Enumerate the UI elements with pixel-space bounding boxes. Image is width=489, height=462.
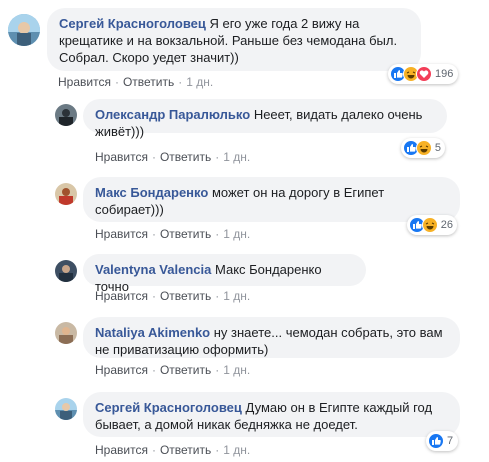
reply-link[interactable]: Ответить (160, 227, 211, 241)
comment-actions: Нравится · Ответить · 1 дн. (95, 227, 250, 241)
avatar[interactable] (8, 14, 40, 46)
reactions-badge[interactable]: 7 (426, 431, 458, 451)
separator: · (215, 150, 220, 164)
separator: · (151, 150, 156, 164)
reply-link[interactable]: Ответить (160, 443, 211, 457)
avatar[interactable] (55, 104, 77, 126)
comment-actions: Нравится · Ответить · 1 дн. (95, 443, 250, 457)
comment-author[interactable]: Valentyna Valencia (95, 262, 211, 277)
comment-author[interactable]: Сергей Красноголовец (95, 400, 242, 415)
like-link[interactable]: Нравится (95, 363, 148, 377)
timestamp[interactable]: 1 дн. (223, 150, 250, 164)
comment-bubble: Макс Бондаренко может он на дорогу в Еги… (83, 177, 460, 222)
like-link[interactable]: Нравится (95, 227, 148, 241)
haha-icon (421, 217, 438, 233)
timestamp[interactable]: 1 дн. (186, 75, 213, 89)
separator: · (151, 443, 156, 457)
comment-author[interactable]: Олександр Паралюлько (95, 107, 250, 122)
comment-bubble: Valentyna Valencia Макс Бондаренко точно (83, 254, 366, 294)
comment-actions: Нравится · Ответить · 1 дн. (58, 75, 213, 89)
avatar[interactable] (55, 322, 77, 344)
timestamp[interactable]: 1 дн. (223, 227, 250, 241)
comment-actions: Нравится · Ответить · 1 дн. (95, 363, 250, 377)
comment-bubble: Nataliya Akimenko ну знаете... чемодан с… (83, 317, 460, 358)
separator: · (178, 75, 183, 89)
like-icon (428, 433, 444, 449)
comment-actions: Нравится · Ответить · 1 дн. (95, 150, 250, 164)
timestamp[interactable]: 1 дн. (223, 363, 250, 377)
separator: · (151, 227, 156, 241)
separator: · (215, 227, 220, 241)
timestamp[interactable]: 1 дн. (223, 443, 250, 457)
like-link[interactable]: Нравится (58, 75, 111, 89)
separator: · (151, 289, 156, 303)
love-icon (416, 66, 432, 82)
comment-author[interactable]: Nataliya Akimenko (95, 325, 210, 340)
comment-author[interactable]: Макс Бондаренко (95, 185, 208, 200)
comment-author[interactable]: Сергей Красноголовец (59, 16, 206, 31)
reply-link[interactable]: Ответить (160, 289, 211, 303)
haha-icon (415, 140, 432, 156)
like-link[interactable]: Нравится (95, 443, 148, 457)
reactions-badge[interactable]: 26 (407, 215, 457, 235)
avatar[interactable] (55, 183, 77, 205)
separator: · (215, 443, 220, 457)
reaction-count: 5 (434, 142, 441, 154)
avatar[interactable] (55, 398, 77, 420)
timestamp[interactable]: 1 дн. (223, 289, 250, 303)
comment-bubble: Сергей Красноголовец Думаю он в Египте к… (83, 392, 460, 437)
reaction-count: 196 (435, 68, 454, 80)
like-link[interactable]: Нравится (95, 150, 148, 164)
separator: · (215, 363, 220, 377)
like-link[interactable]: Нравится (95, 289, 148, 303)
comment-actions: Нравится · Ответить · 1 дн. (95, 289, 250, 303)
avatar[interactable] (55, 260, 77, 282)
reactions-badge[interactable]: 196 (388, 64, 458, 84)
reaction-count: 26 (440, 219, 453, 231)
reactions-badge[interactable]: 5 (401, 138, 445, 158)
reply-link[interactable]: Ответить (160, 150, 211, 164)
separator: · (114, 75, 119, 89)
reply-link[interactable]: Ответить (160, 363, 211, 377)
separator: · (151, 363, 156, 377)
reply-link[interactable]: Ответить (123, 75, 174, 89)
separator: · (215, 289, 220, 303)
comment-bubble: Олександр Паралюлько Нееет, видать далек… (83, 99, 447, 139)
reaction-count: 7 (447, 435, 454, 447)
comment-bubble: Сергей Красноголовец Я его уже года 2 ви… (47, 8, 421, 71)
